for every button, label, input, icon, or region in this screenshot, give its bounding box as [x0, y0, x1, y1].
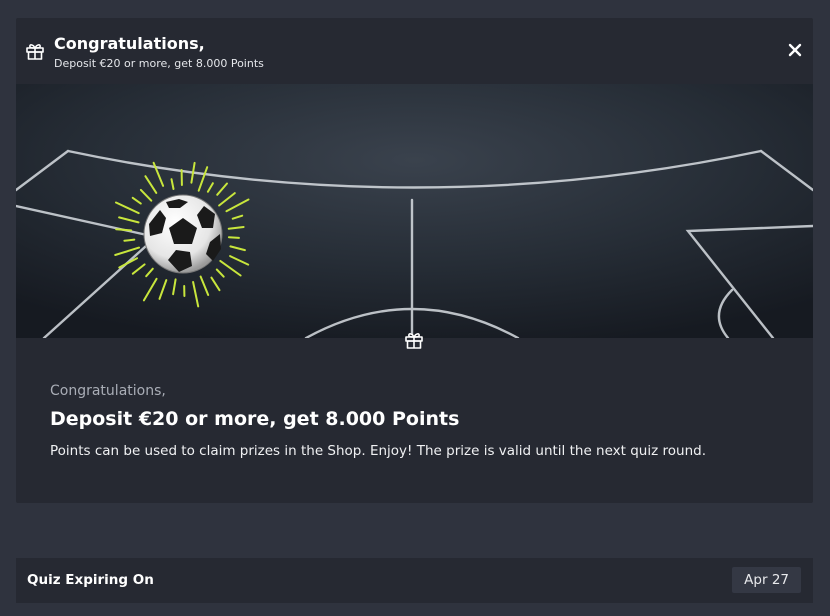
close-icon[interactable] [787, 42, 803, 58]
quiz-expiry-bar: Quiz Expiring On Apr 27 [16, 558, 813, 603]
gift-icon [25, 41, 45, 61]
banner-image [16, 84, 813, 338]
modal-subtitle: Deposit €20 or more, get 8.000 Points [54, 57, 264, 70]
burst-ray [115, 228, 133, 232]
expiry-label: Quiz Expiring On [27, 572, 154, 588]
reward-modal: Congratulations, Deposit €20 or more, ge… [16, 18, 813, 503]
modal-title: Congratulations, [54, 34, 205, 53]
burst-ray [227, 236, 240, 239]
modal-header: Congratulations, Deposit €20 or more, ge… [16, 18, 813, 84]
reward-description: Points can be used to claim prizes in th… [50, 443, 706, 459]
burst-ray [123, 238, 136, 242]
reward-title: Deposit €20 or more, get 8.000 Points [50, 408, 460, 430]
football-icon [143, 194, 223, 274]
gift-icon [404, 330, 424, 350]
expiry-date-badge: Apr 27 [732, 567, 801, 593]
congrats-label: Congratulations, [50, 383, 166, 399]
